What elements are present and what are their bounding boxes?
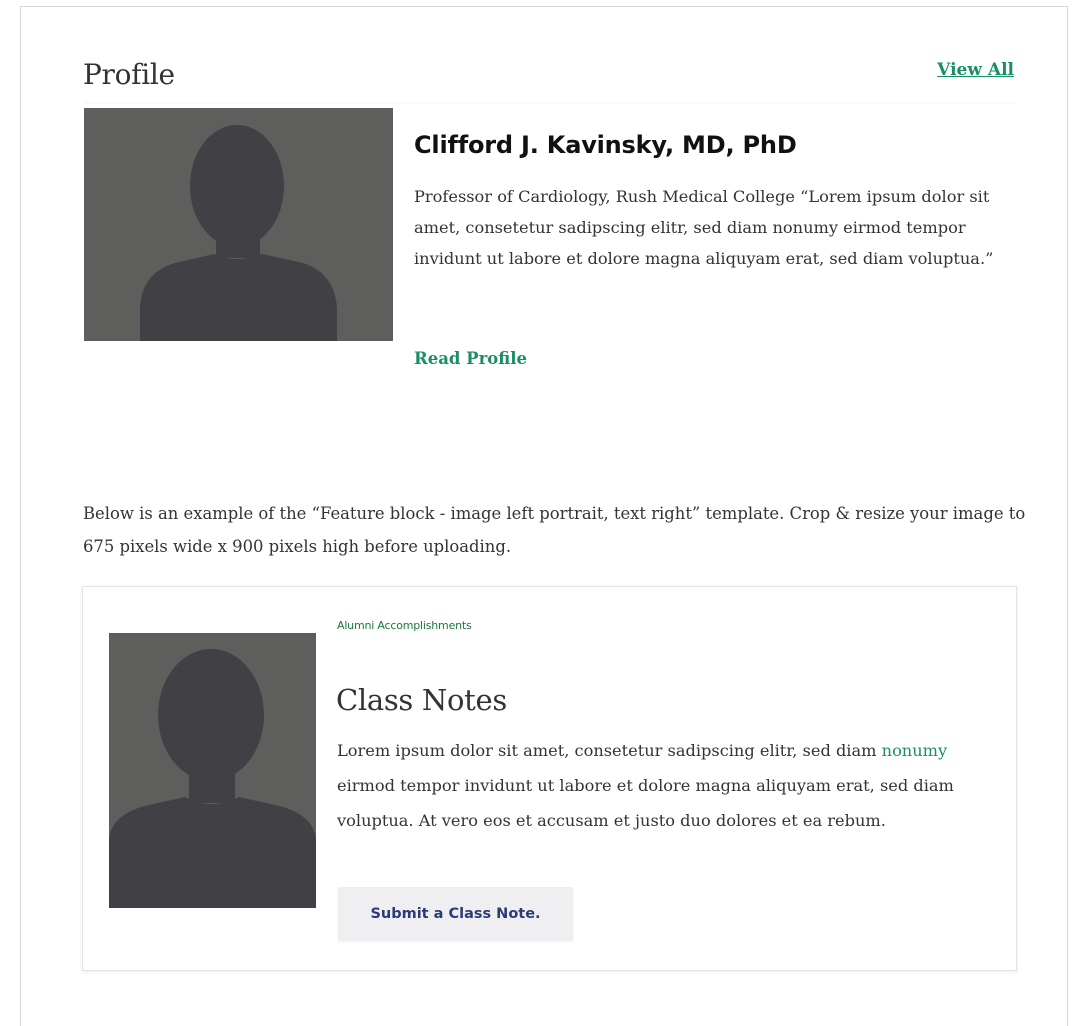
profile-bio: Professor of Cardiology, Rush Medical Co… [414, 187, 994, 268]
feature-body-text-start: Lorem ipsum dolor sit amet, consetetur s… [337, 741, 882, 760]
profile-photo-placeholder [84, 108, 393, 341]
read-profile-link[interactable]: Read Profile [414, 349, 527, 368]
header-divider [83, 102, 1015, 104]
submit-class-note-button[interactable]: Submit a Class Note. [338, 887, 573, 941]
feature-title: Class Notes [336, 683, 507, 717]
nonumy-link[interactable]: nonumy [882, 741, 948, 760]
feature-body: Lorem ipsum dolor sit amet, consetetur s… [337, 733, 977, 838]
person-silhouette-icon [140, 125, 337, 341]
feature-body-text-end: eirmod tempor invidunt ut labore et dolo… [337, 776, 954, 830]
profile-heading: Profile [83, 58, 175, 91]
view-all-link[interactable]: View All [937, 60, 1014, 80]
template-instructions: Below is an example of the “Feature bloc… [83, 504, 1026, 556]
profile-name: Clifford J. Kavinsky, MD, PhD [414, 131, 797, 159]
person-silhouette-icon [109, 649, 316, 908]
feature-eyebrow: Alumni Accomplishments [337, 619, 472, 632]
feature-photo-placeholder [109, 633, 316, 908]
